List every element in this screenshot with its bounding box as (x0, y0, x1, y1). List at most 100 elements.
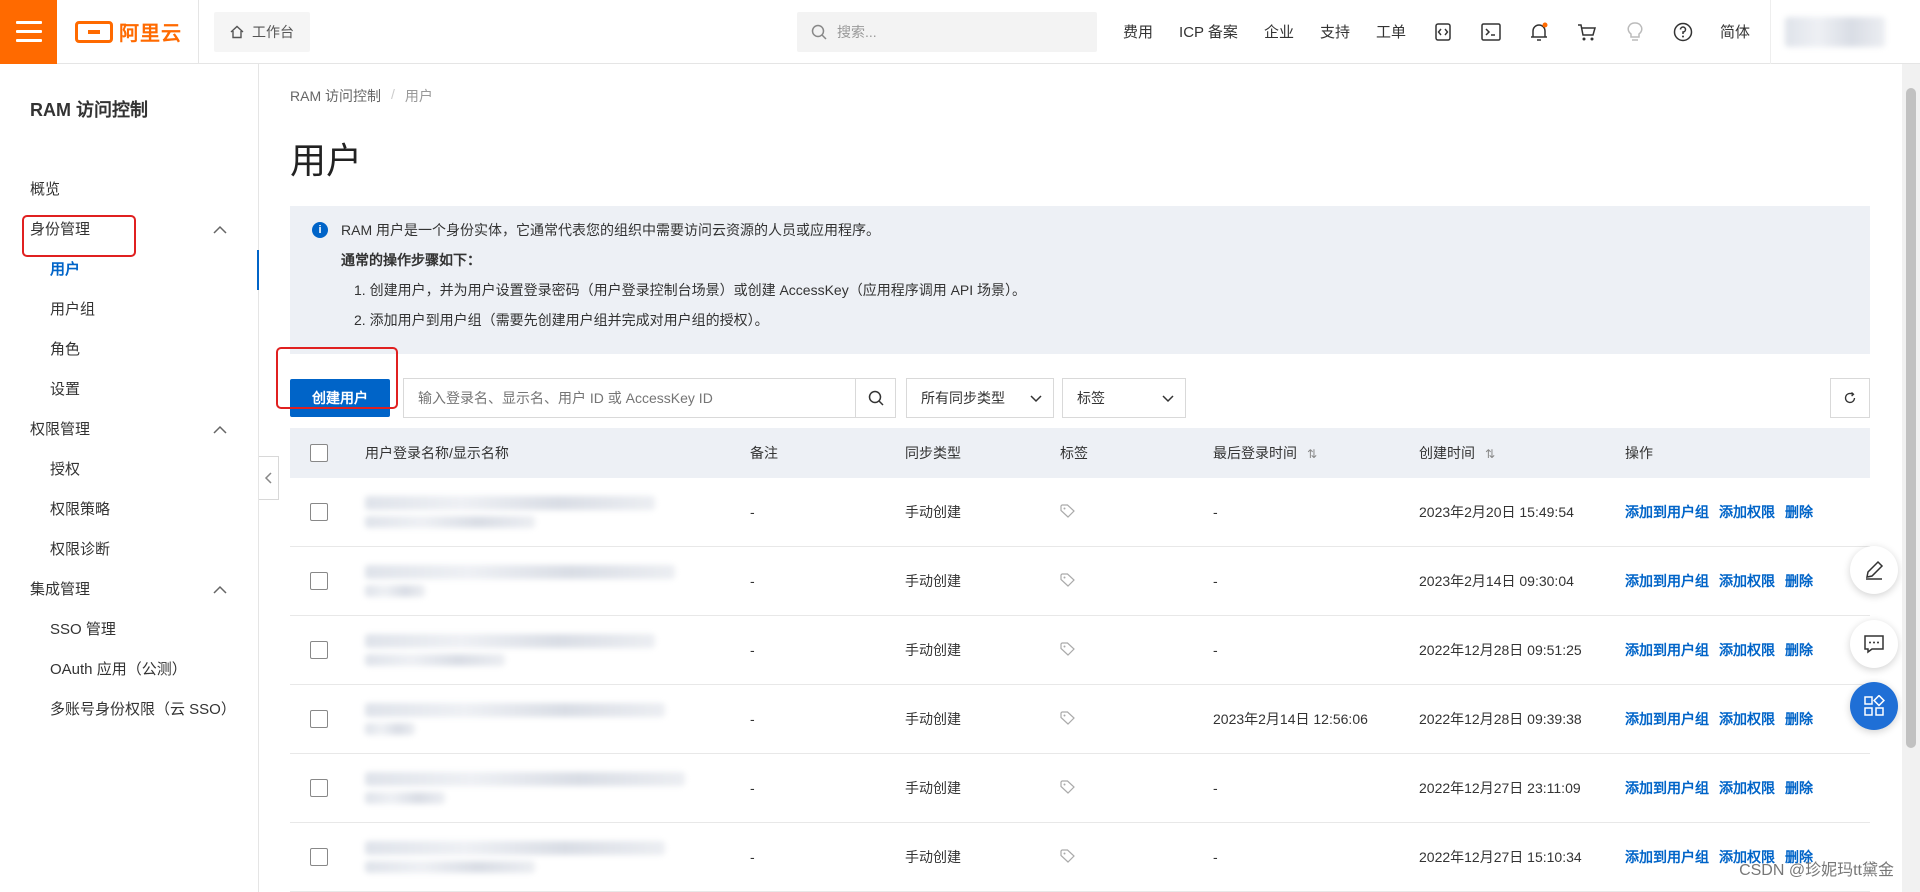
cart-icon[interactable] (1576, 21, 1598, 43)
sidebar-item-settings[interactable]: 设置 (0, 370, 258, 410)
tag-icon[interactable] (1060, 503, 1076, 518)
sidebar-collapse-toggle[interactable] (259, 456, 279, 500)
user-name-blurred[interactable] (365, 772, 750, 804)
delete-link[interactable]: 删除 (1785, 642, 1813, 658)
create-user-button[interactable]: 创建用户 (290, 379, 390, 417)
help-icon[interactable] (1672, 21, 1694, 43)
row-checkbox[interactable] (310, 779, 328, 797)
feedback-edit-button[interactable] (1850, 546, 1898, 594)
tag-icon[interactable] (1060, 710, 1076, 725)
sidebar-item-users[interactable]: 用户 (0, 250, 259, 290)
header-created-label: 创建时间 (1419, 445, 1475, 461)
user-sync-type: 手动创建 (905, 642, 961, 658)
sort-icon[interactable]: ⇅ (1307, 447, 1317, 461)
sidebar-item-sso[interactable]: SSO 管理 (0, 610, 258, 650)
user-name-blurred[interactable] (365, 703, 750, 735)
user-remark: - (750, 573, 755, 589)
user-name-blurred[interactable] (365, 634, 750, 666)
user-name-blurred[interactable] (365, 496, 750, 528)
sidebar-item-diagnosis[interactable]: 权限诊断 (0, 530, 258, 570)
tag-icon[interactable] (1060, 848, 1076, 863)
page-scrollbar[interactable] (1902, 64, 1920, 892)
global-search-input[interactable]: 搜索... (797, 11, 1098, 52)
chat-button[interactable] (1850, 620, 1898, 668)
add-to-group-link[interactable]: 添加到用户组 (1625, 711, 1709, 727)
chevron-down-icon (1162, 395, 1174, 403)
breadcrumb-root[interactable]: RAM 访问控制 (290, 86, 381, 106)
header-tag: 标签 (1060, 445, 1088, 461)
tag-icon[interactable] (1060, 641, 1076, 656)
row-checkbox[interactable] (310, 710, 328, 728)
user-avatar-area[interactable] (1770, 0, 1920, 64)
search-icon (811, 24, 827, 40)
row-checkbox[interactable] (310, 572, 328, 590)
row-checkbox[interactable] (310, 503, 328, 521)
user-search-input[interactable] (404, 379, 855, 417)
tag-icon[interactable] (1060, 572, 1076, 587)
user-name-blurred[interactable] (365, 565, 750, 597)
header-link-support[interactable]: 支持 (1320, 21, 1350, 42)
add-to-group-link[interactable]: 添加到用户组 (1625, 849, 1709, 865)
user-created-time: 2022年12月28日 09:51:25 (1419, 642, 1582, 658)
header-last-login[interactable]: 最后登录时间 ⇅ (1213, 443, 1419, 463)
sidebar-group-label: 权限管理 (30, 421, 91, 438)
aliyun-logo[interactable]: 阿里云 (57, 0, 199, 64)
bulb-icon[interactable] (1624, 21, 1646, 43)
sidebar-group-permissions[interactable]: 权限管理 (0, 410, 258, 450)
refresh-button[interactable] (1830, 378, 1870, 418)
select-all-checkbox[interactable] (310, 444, 328, 462)
add-permission-link[interactable]: 添加权限 (1719, 504, 1775, 520)
header-link-fees[interactable]: 费用 (1123, 21, 1153, 42)
user-name-blurred[interactable] (365, 841, 750, 873)
sidebar-item-overview[interactable]: 概览 (0, 170, 258, 210)
table-row: - 手动创建 - 2022年12月28日 09:51:25 添加到用户组 添加权限… (290, 616, 1870, 685)
delete-link[interactable]: 删除 (1785, 711, 1813, 727)
table-row: - 手动创建 - 2022年12月27日 23:11:09 添加到用户组 添加权限… (290, 754, 1870, 823)
bell-icon[interactable] (1528, 21, 1550, 43)
delete-link[interactable]: 删除 (1785, 504, 1813, 520)
header-link-enterprise[interactable]: 企业 (1264, 21, 1294, 42)
scrollbar-thumb[interactable] (1906, 88, 1916, 748)
add-permission-link[interactable]: 添加权限 (1719, 642, 1775, 658)
sidebar-item-user-groups[interactable]: 用户组 (0, 290, 258, 330)
sync-type-select[interactable]: 所有同步类型 (906, 378, 1054, 418)
sidebar-item-roles[interactable]: 角色 (0, 330, 258, 370)
sidebar-item-policies[interactable]: 权限策略 (0, 490, 258, 530)
header-link-icp[interactable]: ICP 备案 (1179, 21, 1238, 42)
add-to-group-link[interactable]: 添加到用户组 (1625, 642, 1709, 658)
user-remark: - (750, 849, 755, 865)
sidebar-item-oauth[interactable]: OAuth 应用（公测） (0, 650, 258, 690)
terminal-icon[interactable] (1480, 21, 1502, 43)
add-to-group-link[interactable]: 添加到用户组 (1625, 504, 1709, 520)
menu-icon[interactable] (0, 0, 57, 64)
delete-link[interactable]: 删除 (1785, 573, 1813, 589)
tag-select[interactable]: 标签 (1062, 378, 1186, 418)
add-permission-link[interactable]: 添加权限 (1719, 711, 1775, 727)
row-checkbox[interactable] (310, 641, 328, 659)
header-created[interactable]: 创建时间 ⇅ (1419, 443, 1625, 463)
user-sync-type: 手动创建 (905, 780, 961, 796)
code-icon[interactable] (1432, 21, 1454, 43)
chat-icon (1864, 635, 1884, 654)
sidebar: RAM 访问控制 概览 身份管理 用户 用户组 角色 设置 权限管理 授权 权限… (0, 64, 259, 892)
aliyun-logo-text: 阿里云 (119, 23, 182, 45)
header-link-ticket[interactable]: 工单 (1376, 21, 1406, 42)
workbench-button[interactable]: 工作台 (214, 11, 310, 52)
language-switch[interactable]: 简体 (1720, 21, 1750, 42)
add-permission-link[interactable]: 添加权限 (1719, 573, 1775, 589)
sidebar-item-grants[interactable]: 授权 (0, 450, 258, 490)
sidebar-group-integration[interactable]: 集成管理 (0, 570, 258, 610)
sidebar-item-cloud-sso[interactable]: 多账号身份权限（云 SSO） (0, 690, 258, 730)
tag-icon[interactable] (1060, 779, 1076, 794)
delete-link[interactable]: 删除 (1785, 780, 1813, 796)
sidebar-group-identity[interactable]: 身份管理 (0, 210, 258, 250)
add-to-group-link[interactable]: 添加到用户组 (1625, 573, 1709, 589)
sort-icon[interactable]: ⇅ (1485, 447, 1495, 461)
apps-button[interactable] (1850, 682, 1898, 730)
add-permission-link[interactable]: 添加权限 (1719, 780, 1775, 796)
row-checkbox[interactable] (310, 848, 328, 866)
user-search-button[interactable] (855, 379, 895, 417)
add-to-group-link[interactable]: 添加到用户组 (1625, 780, 1709, 796)
page-title: 用户 (290, 140, 363, 181)
user-last-login: 2023年2月14日 12:56:06 (1213, 711, 1368, 727)
